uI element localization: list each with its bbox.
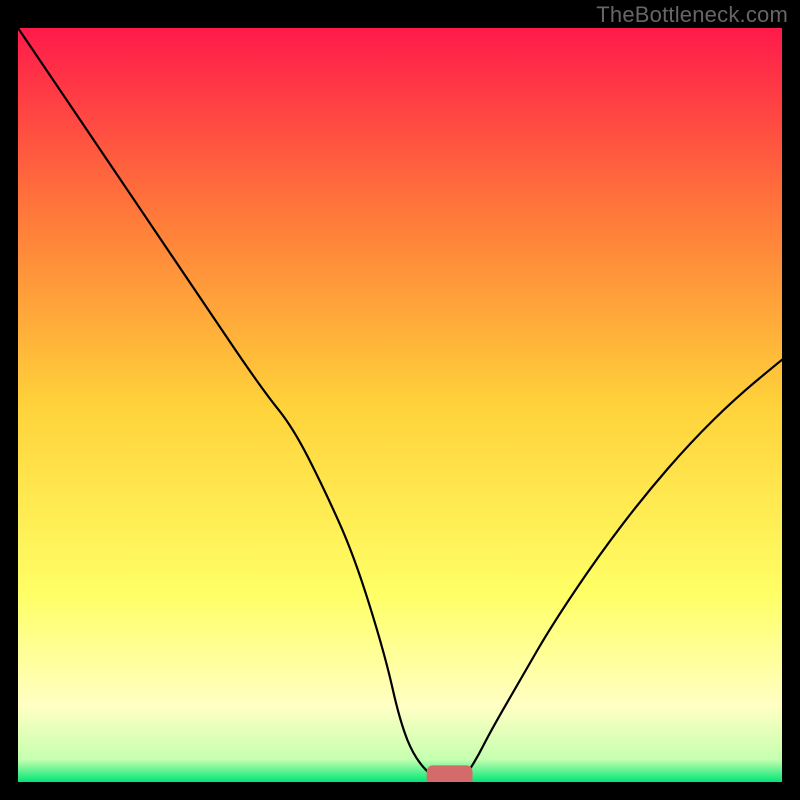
plot-area [18,28,782,782]
bottleneck-chart [18,28,782,782]
watermark-text: TheBottleneck.com [596,2,788,28]
optimal-marker [427,765,473,782]
gradient-background [18,28,782,782]
chart-frame: TheBottleneck.com [0,0,800,800]
